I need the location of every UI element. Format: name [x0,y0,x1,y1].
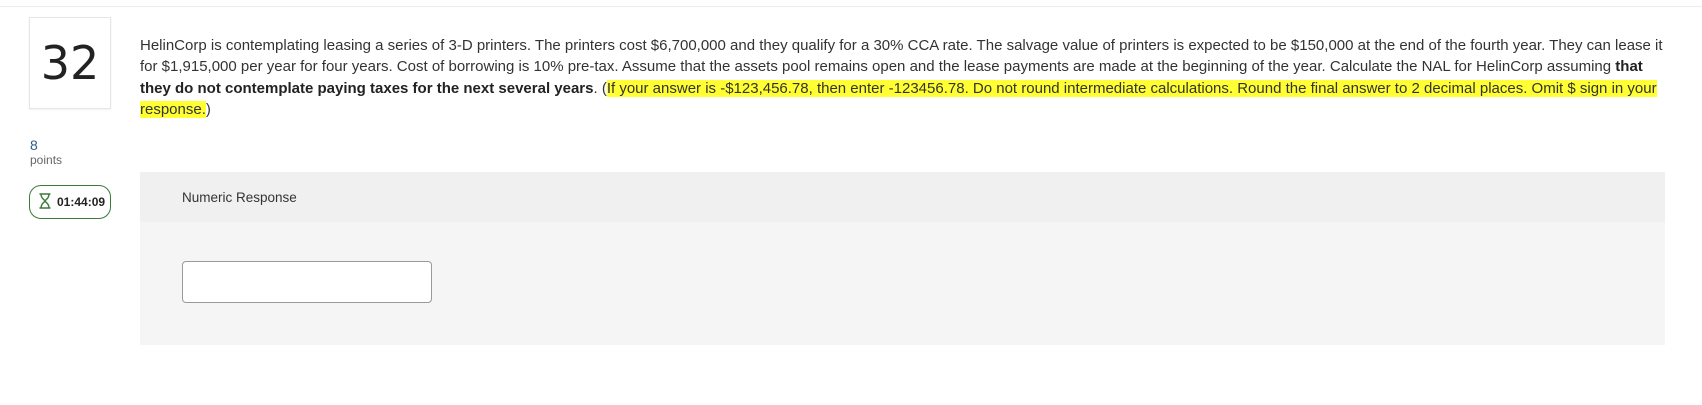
points-value: 8 [30,137,38,153]
hourglass-icon [39,192,51,212]
question-number: 32 [29,17,111,109]
question-text-part-2: . ( [593,79,607,97]
numeric-answer-input[interactable] [182,261,432,303]
response-header: Numeric Response [140,172,1665,222]
timer-badge: 01:44:09 [29,185,111,219]
top-divider [0,6,1702,7]
points-label: points [30,153,63,168]
response-header-label: Numeric Response [182,189,297,205]
timer-text: 01:44:09 [57,195,106,209]
question-text: HelinCorp is contemplating leasing a ser… [140,35,1665,120]
response-panel: Numeric Response [140,172,1665,345]
question-text-part-1: HelinCorp is contemplating leasing a ser… [140,37,1663,76]
question-text-part-3: ) [205,100,211,118]
points-block: 8 points [30,137,63,168]
